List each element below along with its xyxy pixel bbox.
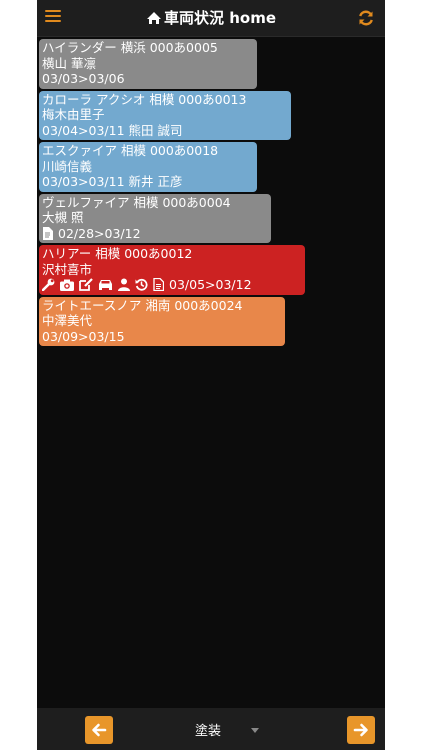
vehicle-name: ハイランダー 横浜 000あ0005 — [42, 40, 218, 55]
date-range: 03/09>03/15 — [42, 328, 125, 344]
wrench-icon — [42, 278, 55, 292]
customer-name: 横山 華凛 — [42, 55, 96, 71]
vehicle-name: ヴェルファイア 相模 000あ0004 — [42, 194, 231, 210]
customer-name: 中澤美代 — [42, 313, 93, 328]
date-range: 03/03>03/06 — [42, 71, 125, 86]
footer-bar: 塗装 — [37, 708, 385, 750]
refresh-icon[interactable] — [357, 9, 375, 27]
arrow-left-icon — [92, 723, 107, 737]
document-icon — [153, 278, 164, 292]
vehicle-card[interactable]: エスクァイア 相模 000あ0018 川崎信義 03/03>03/11 新井 正… — [39, 142, 257, 192]
document-icon — [43, 226, 53, 240]
car-roof-icon — [146, 12, 161, 24]
page-title: 車両状況 home — [37, 7, 385, 28]
prev-button[interactable] — [85, 716, 113, 744]
category-select-value: 塗装 — [195, 724, 222, 739]
camera-icon — [60, 279, 74, 291]
vehicle-name: エスクァイア 相模 000あ0018 — [42, 143, 219, 158]
date-range: 03/05>03/12 — [169, 277, 252, 292]
customer-name: 沢村喜市 — [42, 261, 93, 277]
vehicle-card[interactable]: ハイランダー 横浜 000あ0005 横山 華凛 03/03>03/06 — [39, 39, 257, 89]
vehicle-card[interactable]: ハリアー 相模 000あ0012 沢村喜市 03/05>03/12 — [39, 245, 305, 295]
date-range: 03/03>03/11 新井 正彦 — [42, 174, 183, 189]
user-icon — [118, 278, 130, 292]
vehicle-card[interactable]: ライトエースノア 湘南 000あ0024 中澤美代 03/09>03/15 — [39, 296, 285, 346]
customer-name: 梅木由里子 — [42, 107, 105, 122]
arrow-right-icon — [353, 723, 368, 737]
vehicle-name: ハリアー 相模 000あ0012 — [42, 246, 193, 261]
customer-name: 大槻 照 — [42, 210, 84, 225]
customer-name: 川崎信義 — [42, 158, 93, 174]
vehicle-name: ライトエースノア 湘南 000あ0024 — [42, 297, 243, 313]
date-range: 02/28>03/12 — [58, 225, 141, 241]
vehicle-card[interactable]: ヴェルファイア 相模 000あ0004 大槻 照 02/28>03/12 — [39, 193, 271, 243]
car-icon — [99, 280, 112, 291]
vehicle-list: ハイランダー 横浜 000あ0005 横山 華凛 03/03>03/06 カロー… — [39, 39, 379, 348]
edit-icon — [79, 278, 93, 292]
vehicle-card[interactable]: カローラ アクシオ 相模 000あ0013 梅木由里子 03/04>03/11 … — [39, 90, 291, 140]
app-screen: 車両状況 home ハイランダー 横浜 000あ0005 横山 華凛 03/03… — [37, 0, 385, 750]
history-icon — [135, 279, 148, 291]
header-bar: 車両状況 home — [37, 0, 385, 37]
date-range: 03/04>03/11 熊田 誠司 — [42, 122, 183, 138]
vehicle-name: カローラ アクシオ 相模 000あ0013 — [42, 91, 247, 107]
chevron-down-icon — [251, 728, 259, 733]
next-button[interactable] — [347, 716, 375, 744]
category-select[interactable]: 塗装 — [195, 720, 265, 740]
